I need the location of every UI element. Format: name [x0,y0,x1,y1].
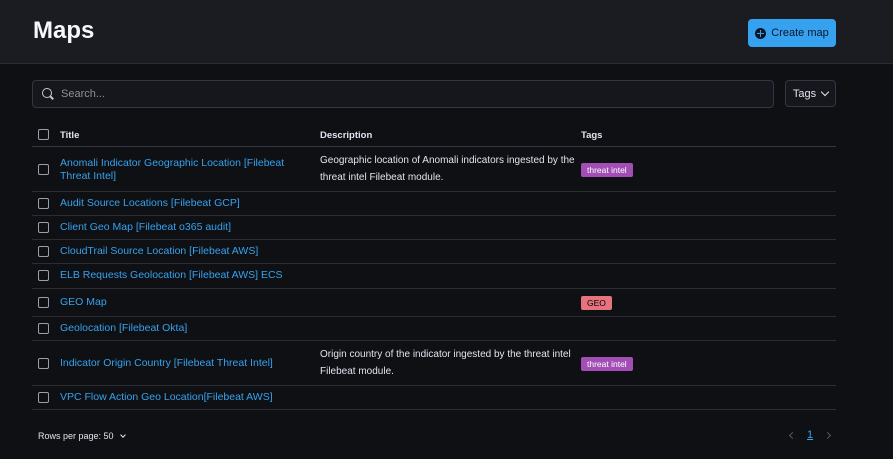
tag-badge[interactable]: threat intel [581,163,633,177]
tag-badge[interactable]: threat intel [581,357,633,371]
row-checkbox[interactable] [38,246,49,257]
row-checkbox[interactable] [38,198,49,209]
search-box [32,80,774,108]
rows-per-page-label: Rows per page: 50 [38,431,114,441]
plus-circle-icon [755,27,767,39]
row-checkbox[interactable] [38,323,49,334]
chevron-down-icon [119,431,126,438]
maps-table: Title Description Tags Anomali Indicator… [32,123,836,410]
map-title-link[interactable]: Client Geo Map [Filebeat o365 audit] [60,221,320,234]
map-title-link[interactable]: Audit Source Locations [Filebeat GCP] [60,197,320,210]
row-checkbox[interactable] [38,270,49,281]
create-map-button[interactable]: Create map [748,19,836,47]
map-title-link[interactable]: ELB Requests Geolocation [Filebeat AWS] … [60,269,320,282]
table-row: Geolocation [Filebeat Okta] [32,317,836,341]
search-icon [42,88,54,100]
create-map-label: Create map [771,27,829,39]
map-description: Geographic location of Anomali indicator… [320,155,575,183]
table-row: Client Geo Map [Filebeat o365 audit] [32,216,836,240]
map-title-link[interactable]: Anomali Indicator Geographic Location [F… [60,157,300,183]
row-checkbox[interactable] [38,222,49,233]
table-row: CloudTrail Source Location [Filebeat AWS… [32,240,836,264]
pagination: 1 [788,429,832,441]
table-row: VPC Flow Action Geo Location[Filebeat AW… [32,386,836,410]
select-all-checkbox[interactable] [38,129,49,140]
map-title-link[interactable]: Indicator Origin Country [Filebeat Threa… [60,357,320,370]
tag-badge[interactable]: GEO [581,296,612,310]
table-row: ELB Requests Geolocation [Filebeat AWS] … [32,264,836,289]
row-checkbox[interactable] [38,297,49,308]
chevron-down-icon [820,87,830,96]
column-header-description: Description [320,130,373,141]
map-title-link[interactable]: VPC Flow Action Geo Location[Filebeat AW… [60,391,320,404]
rows-per-page-selector[interactable]: Rows per page: 50 [38,431,126,441]
table-row: GEO Map GEO [32,289,836,317]
row-checkbox[interactable] [38,164,49,175]
page-title: Maps [33,17,95,44]
previous-page-icon[interactable] [788,431,797,439]
page-header: Maps Create map [0,0,893,64]
row-checkbox[interactable] [38,392,49,403]
table-row: Audit Source Locations [Filebeat GCP] [32,192,836,216]
column-header-title: Title [60,130,80,141]
table-row: Anomali Indicator Geographic Location [F… [32,147,836,192]
tags-filter-button[interactable]: Tags [785,80,836,107]
table-row: Indicator Origin Country [Filebeat Threa… [32,341,836,386]
column-header-tags: Tags [581,130,603,141]
page-number-link[interactable]: 1 [807,429,813,441]
search-input[interactable] [61,82,773,106]
map-description: Origin country of the indicator ingested… [320,349,571,377]
next-page-icon[interactable] [824,431,832,439]
row-checkbox[interactable] [38,358,49,369]
map-title-link[interactable]: GEO Map [60,296,300,309]
map-title-link[interactable]: Geolocation [Filebeat Okta] [60,322,300,335]
table-header: Title Description Tags [32,123,836,147]
map-title-link[interactable]: CloudTrail Source Location [Filebeat AWS… [60,245,320,258]
tags-filter-label: Tags [792,87,817,100]
